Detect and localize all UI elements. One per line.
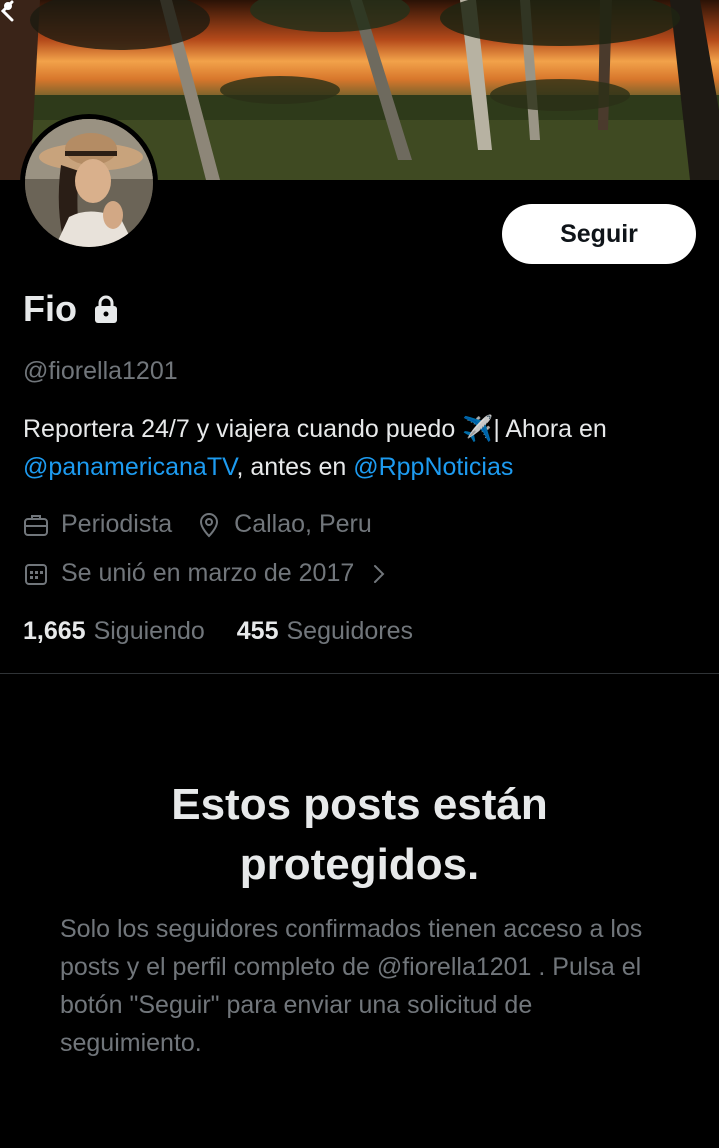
profile-joined-row[interactable]: Se unió en marzo de 2017 — [23, 559, 404, 588]
bio-text: Reportera 24/7 y viajera cuando puedo ✈️… — [23, 415, 607, 443]
avatar[interactable] — [20, 114, 158, 252]
avatar-photo — [25, 119, 153, 247]
lock-icon — [94, 295, 117, 323]
bio-text-2: , antes en — [236, 453, 354, 481]
following-label: Siguiendo — [93, 617, 205, 645]
location-pin-icon — [200, 512, 219, 537]
followers-count: 455 — [236, 617, 279, 645]
profile-occupation: Periodista — [61, 510, 173, 538]
briefcase-icon — [24, 514, 48, 536]
follow-button[interactable]: Seguir — [502, 204, 696, 264]
profile-meta-row: Periodista Callao, Peru — [23, 510, 372, 539]
following-link[interactable]: 1,665 Siguiendo — [23, 617, 205, 646]
profile-handle: @fiorella1201 — [23, 357, 178, 385]
profile-name: Fio — [23, 288, 77, 329]
profile-location: Callao, Peru — [234, 510, 372, 538]
profile-name-row: Fio — [23, 288, 119, 330]
followers-link[interactable]: 455 Seguidores — [237, 617, 413, 646]
bio-mention-rpp[interactable]: @RppNoticias — [353, 453, 513, 481]
calendar-icon — [25, 563, 47, 585]
profile-bio: Reportera 24/7 y viajera cuando puedo ✈️… — [23, 410, 703, 486]
protected-posts-message: Solo los seguidores confirmados tienen a… — [60, 915, 643, 1057]
profile-joined-date: Se unió en marzo de 2017 — [61, 559, 355, 587]
following-count: 1,665 — [23, 617, 86, 645]
protected-posts-title: Estos posts están protegidos. — [171, 780, 548, 889]
more-options-icon[interactable] — [0, 0, 16, 16]
bio-mention-panamericana[interactable]: @panamericanaTV — [23, 453, 236, 481]
followers-label: Seguidores — [286, 617, 413, 645]
chevron-right-icon[interactable] — [366, 561, 392, 587]
follow-stats: 1,665 Siguiendo 455 Seguidores — [23, 617, 413, 646]
divider — [0, 673, 719, 674]
